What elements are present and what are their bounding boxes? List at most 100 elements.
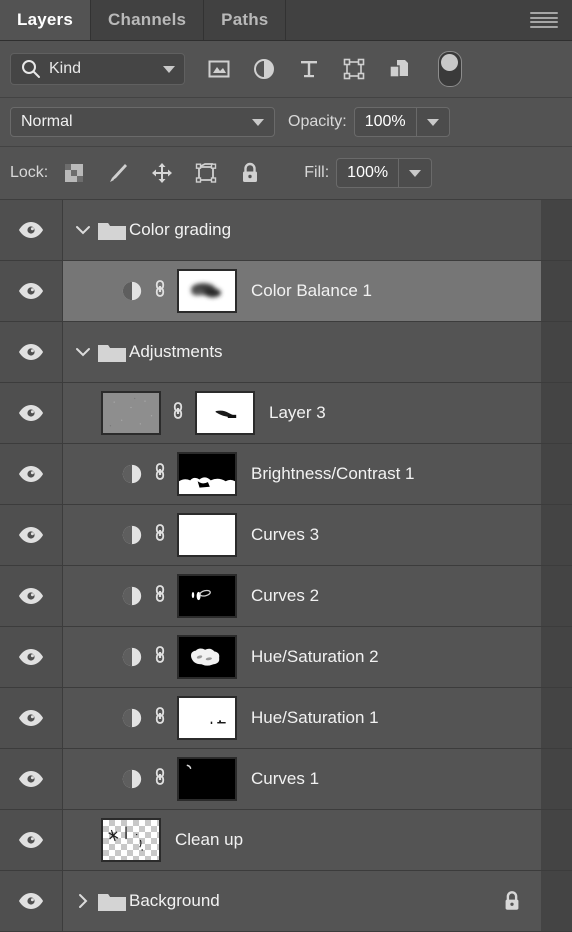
eye-icon <box>19 283 43 299</box>
layer-row-body[interactable]: Clean up <box>63 810 541 870</box>
layer-visibility-toggle[interactable] <box>0 871 63 931</box>
link-mask-icon[interactable] <box>152 766 168 792</box>
lock-image-pixels-icon[interactable] <box>106 161 130 185</box>
lock-all-icon[interactable] <box>238 161 262 185</box>
layer-visibility-toggle[interactable] <box>0 322 63 382</box>
blend-mode-dropdown[interactable]: Normal <box>10 107 275 137</box>
type-layer-filter-icon[interactable] <box>297 57 321 81</box>
link-mask-icon[interactable] <box>152 522 168 548</box>
layer-row-body[interactable]: Color grading <box>63 200 541 260</box>
opacity-stepper[interactable] <box>415 107 450 137</box>
tab-layers[interactable]: Layers <box>0 0 92 40</box>
table-row[interactable]: Color grading <box>0 200 572 261</box>
layer-row-body[interactable]: Adjustments <box>63 322 541 382</box>
adjustment-layer-icon <box>122 525 142 545</box>
table-row[interactable]: Curves 3 <box>0 505 572 566</box>
lock-artboard-nesting-icon[interactable] <box>194 161 218 185</box>
tab-channels[interactable]: Channels <box>91 0 205 40</box>
pixel-layer-filter-icon[interactable] <box>207 57 231 81</box>
chevron-down-icon <box>426 118 439 126</box>
filter-enable-toggle[interactable] <box>438 51 462 87</box>
layer-row-body[interactable]: Curves 2 <box>63 566 541 626</box>
layer-visibility-toggle[interactable] <box>0 688 63 748</box>
lock-label: Lock: <box>10 164 49 181</box>
link-mask-icon[interactable] <box>152 644 168 670</box>
layer-thumbnail[interactable] <box>101 391 161 435</box>
layer-row-body[interactable]: Brightness/Contrast 1 <box>63 444 541 504</box>
adjustment-layer-filter-icon[interactable] <box>252 57 276 81</box>
layer-mask-thumbnail[interactable] <box>177 452 237 496</box>
table-row[interactable]: Layer 3 <box>0 383 572 444</box>
layer-row-body[interactable]: Background <box>63 871 541 931</box>
layer-mask-thumbnail[interactable] <box>177 635 237 679</box>
layer-row-body[interactable]: Curves 1 <box>63 749 541 809</box>
layer-visibility-toggle[interactable] <box>0 810 63 870</box>
mask-preview <box>179 759 235 799</box>
fill-input[interactable]: 100% <box>336 158 399 188</box>
row-gutter <box>541 627 572 687</box>
table-row[interactable]: Hue/Saturation 1 <box>0 688 572 749</box>
layer-visibility-toggle[interactable] <box>0 383 63 443</box>
link-mask-icon[interactable] <box>152 278 168 304</box>
layer-visibility-toggle[interactable] <box>0 261 63 321</box>
chevron-down-icon[interactable] <box>73 220 93 240</box>
layer-visibility-toggle[interactable] <box>0 444 63 504</box>
shape-layer-filter-icon[interactable] <box>342 57 366 81</box>
chevron-down-icon[interactable] <box>252 118 264 126</box>
row-gutter <box>541 383 572 443</box>
link-mask-icon[interactable] <box>152 461 168 487</box>
layer-name: Adjustments <box>129 342 223 361</box>
blend-opacity-row: Normal Opacity: 100% <box>0 98 572 147</box>
layer-list: Color grading Color Balance 1 Adjustment… <box>0 200 572 932</box>
magnifier-icon <box>22 60 40 78</box>
layer-row-body[interactable]: Curves 3 <box>63 505 541 565</box>
padlock-icon[interactable] <box>501 889 523 913</box>
fill-stepper[interactable] <box>398 158 433 188</box>
table-row[interactable]: Curves 2 <box>0 566 572 627</box>
layer-mask-thumbnail[interactable] <box>177 696 237 740</box>
layer-mask-thumbnail[interactable] <box>177 757 237 801</box>
row-gutter <box>541 322 572 382</box>
smart-object-filter-icon[interactable] <box>387 57 411 81</box>
layer-mask-thumbnail[interactable] <box>177 574 237 618</box>
lock-position-icon[interactable] <box>150 161 174 185</box>
folder-icon <box>98 223 126 240</box>
layer-thumbnail[interactable] <box>101 818 161 862</box>
table-row[interactable]: Brightness/Contrast 1 <box>0 444 572 505</box>
layer-visibility-toggle[interactable] <box>0 505 63 565</box>
layer-visibility-toggle[interactable] <box>0 749 63 809</box>
chevron-right-icon[interactable] <box>73 891 93 911</box>
link-mask-icon[interactable] <box>152 583 168 609</box>
thumbnail-preview <box>103 393 159 433</box>
hamburger-menu-icon[interactable] <box>530 12 558 28</box>
mask-preview <box>179 454 235 494</box>
link-mask-icon[interactable] <box>152 705 168 731</box>
filter-kind-dropdown[interactable]: Kind <box>10 53 185 85</box>
table-row[interactable]: Color Balance 1 <box>0 261 572 322</box>
layer-row-body[interactable]: Layer 3 <box>63 383 541 443</box>
tab-paths[interactable]: Paths <box>204 0 287 40</box>
layer-mask-thumbnail[interactable] <box>177 513 237 557</box>
table-row[interactable]: Background <box>0 871 572 932</box>
lock-transparent-pixels-icon[interactable] <box>62 161 86 185</box>
table-row[interactable]: Curves 1 <box>0 749 572 810</box>
layer-mask-thumbnail[interactable] <box>177 269 237 313</box>
layer-row-body[interactable]: Hue/Saturation 2 <box>63 627 541 687</box>
blend-mode-value: Normal <box>21 113 73 130</box>
tab-channels-label: Channels <box>108 10 187 29</box>
table-row[interactable]: Clean up <box>0 810 572 871</box>
layer-name: Hue/Saturation 2 <box>251 647 379 666</box>
layer-visibility-toggle[interactable] <box>0 200 63 260</box>
layer-row-body[interactable]: Color Balance 1 <box>63 261 541 321</box>
panel-tab-bar: Layers Channels Paths <box>0 0 572 41</box>
table-row[interactable]: Adjustments <box>0 322 572 383</box>
layer-visibility-toggle[interactable] <box>0 566 63 626</box>
layer-visibility-toggle[interactable] <box>0 627 63 687</box>
chevron-down-icon[interactable] <box>163 65 175 73</box>
chevron-down-icon[interactable] <box>73 342 93 362</box>
layer-mask-thumbnail[interactable] <box>195 391 255 435</box>
opacity-input[interactable]: 100% <box>353 107 416 137</box>
table-row[interactable]: Hue/Saturation 2 <box>0 627 572 688</box>
link-mask-icon[interactable] <box>170 400 186 426</box>
layer-row-body[interactable]: Hue/Saturation 1 <box>63 688 541 748</box>
